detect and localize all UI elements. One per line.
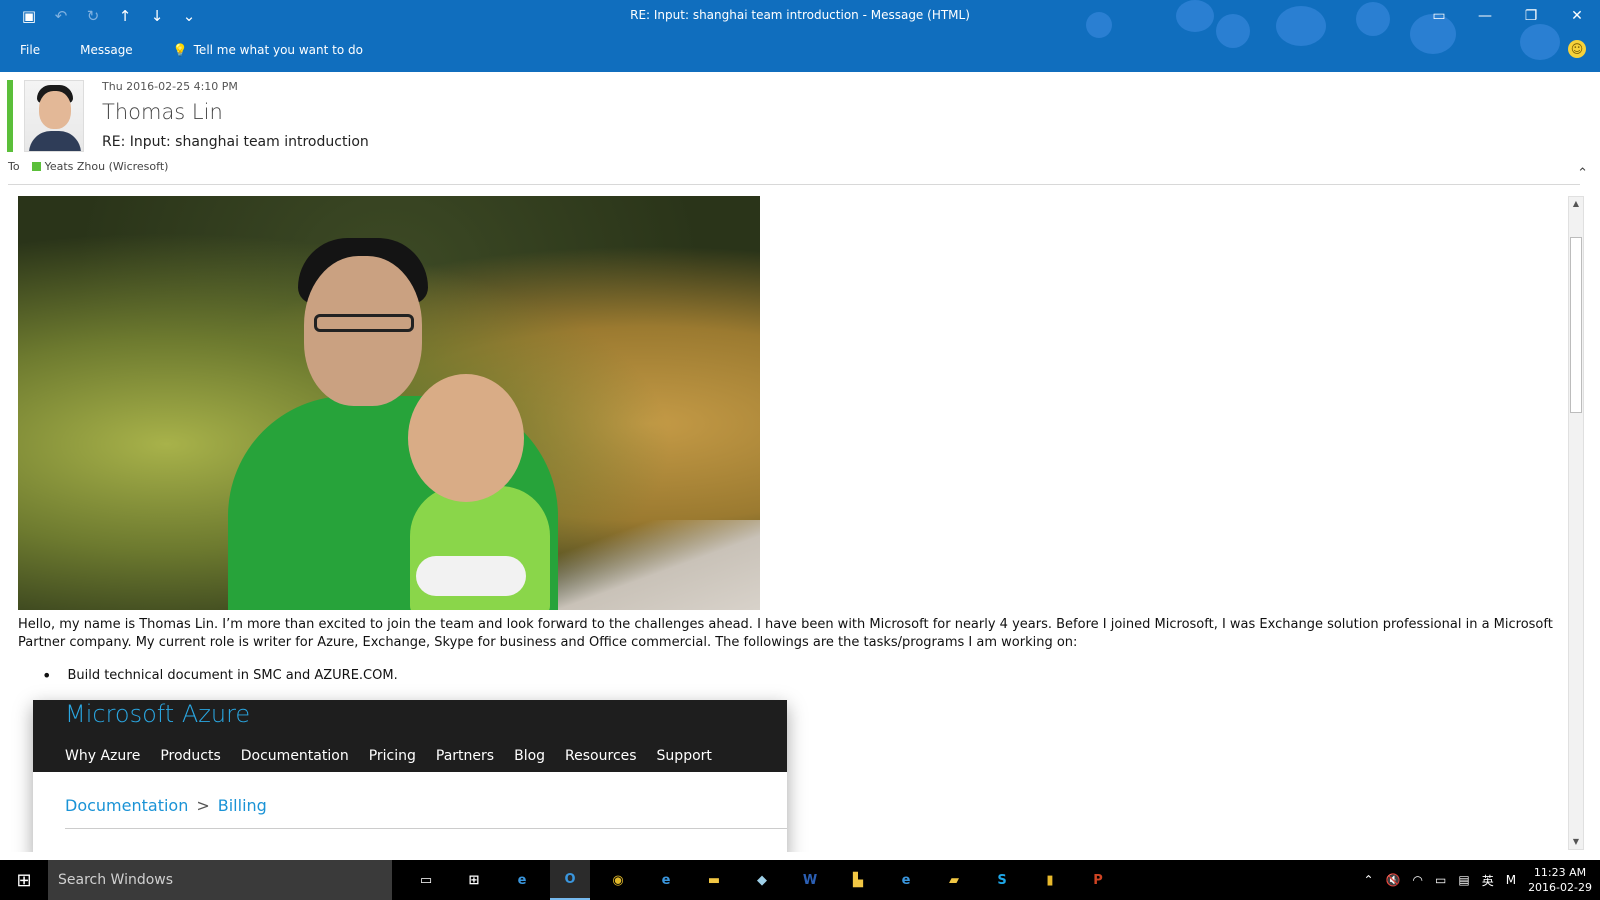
breadcrumb-documentation: Documentation [65, 796, 189, 815]
recipient-chip[interactable]: Yeats Zhou (Wicresoft) [31, 160, 169, 173]
embedded-photo [18, 196, 760, 610]
outlook-icon[interactable]: O [550, 860, 590, 900]
windows-start-icon[interactable]: ⊞ [0, 860, 48, 900]
azure-header: Microsoft Azure Why Azure Products Docum… [33, 700, 787, 772]
breadcrumb-billing: Billing [217, 796, 267, 815]
smiley-feedback-icon[interactable]: ☺ [1568, 40, 1586, 58]
scroll-up-icon[interactable]: ▲ [1569, 197, 1583, 211]
notifications-icon[interactable]: ▤ [1458, 873, 1469, 887]
show-hidden-icons-icon[interactable]: ⌃ [1364, 873, 1374, 887]
recipients-row: To Yeats Zhou (Wicresoft) [8, 160, 168, 173]
internet-explorer-icon[interactable]: e [886, 860, 926, 900]
message-header [0, 72, 1600, 186]
azure-breadcrumb: Documentation > Billing [65, 796, 267, 815]
skype-icon[interactable]: S [982, 860, 1022, 900]
tell-me-label: Tell me what you want to do [193, 43, 363, 57]
azure-screenshot: Microsoft Azure Why Azure Products Docum… [33, 700, 787, 852]
input-method-indicator[interactable]: 英 [1482, 872, 1494, 889]
scroll-down-icon[interactable]: ▼ [1569, 835, 1583, 849]
minimize-icon[interactable]: — [1462, 0, 1508, 32]
azure-nav-item: Pricing [368, 748, 416, 764]
photo-baby-face [408, 374, 524, 502]
vertical-scrollbar[interactable]: ▲ ▼ [1568, 196, 1584, 850]
azure-nav-item: Support [656, 748, 712, 764]
bullet-dot: • [42, 666, 52, 685]
internet-explorer-icon[interactable]: e [646, 860, 686, 900]
powerpoint-icon[interactable]: P [1078, 860, 1118, 900]
presence-square-icon [31, 162, 41, 171]
azure-nav-item: Documentation [240, 748, 349, 764]
header-divider [8, 184, 1580, 185]
azure-nav: Why Azure Products Documentation Pricing… [65, 748, 712, 764]
avatar-face [39, 91, 71, 129]
message-body[interactable]: Hello, my name is Thomas Lin. I’m more t… [0, 186, 1576, 852]
body-paragraph: Hello, my name is Thomas Lin. I’m more t… [18, 617, 1553, 650]
m-app-icon[interactable]: M [1506, 873, 1516, 887]
azure-nav-item: Blog [514, 748, 546, 764]
chrome-icon[interactable]: ◉ [598, 860, 638, 900]
azure-nav-item: Products [160, 748, 221, 764]
list-item: • Build technical document in SMC and AZ… [42, 668, 398, 684]
recipient-name: Yeats Zhou (Wicresoft) [44, 160, 169, 173]
restore-icon[interactable]: ❐ [1508, 0, 1554, 32]
sender-name[interactable]: Thomas Lin [102, 100, 223, 124]
clock[interactable]: 11:23 AM 2016-02-29 [1528, 865, 1592, 895]
task-view-icon[interactable]: ▭ [406, 860, 446, 900]
avatar-body [29, 131, 81, 151]
azure-nav-item: Resources [565, 748, 637, 764]
to-label: To [8, 160, 20, 173]
ribbon-tabs: File Message 💡 Tell me what you want to … [0, 38, 383, 62]
tab-message[interactable]: Message [60, 43, 153, 57]
message-subject: RE: Input: shanghai team introduction [102, 134, 369, 150]
word-icon[interactable]: W [790, 860, 830, 900]
volume-muted-icon[interactable]: 🔇 [1386, 873, 1401, 887]
avatar[interactable] [24, 80, 84, 152]
photo-glasses [314, 314, 414, 332]
tab-file[interactable]: File [0, 43, 60, 57]
clock-time: 11:23 AM [1533, 866, 1587, 879]
sent-date: Thu 2016-02-25 4:10 PM [102, 80, 238, 93]
scroll-thumb[interactable] [1570, 237, 1582, 413]
folder-icon[interactable]: ▰ [934, 860, 974, 900]
title-bar: ▣ ↶ ↻ ↑ ↓ ⌄ RE: Input: shanghai team int… [0, 0, 1600, 72]
close-icon[interactable]: ✕ [1554, 0, 1600, 32]
store-icon[interactable]: ⊞ [454, 860, 494, 900]
app-icon[interactable]: ◆ [742, 860, 782, 900]
breadcrumb-separator: > [196, 796, 210, 815]
wifi-icon[interactable]: ◠ [1413, 873, 1423, 887]
app-icon[interactable]: ▙ [838, 860, 878, 900]
file-explorer-icon[interactable]: ▬ [694, 860, 734, 900]
system-tray: ⌃ 🔇 ◠ ▭ ▤ 英 M 11:23 AM 2016-02-29 [1364, 860, 1593, 900]
azure-divider [65, 828, 787, 829]
app-icon[interactable]: ▮ [1030, 860, 1070, 900]
edge-icon[interactable]: e [502, 860, 542, 900]
photo-baby-sleeve [416, 556, 526, 596]
window-controls: ▭ — ❐ ✕ [1416, 0, 1600, 32]
taskbar-apps: ▭ ⊞ e O ◉ e ▬ ◆ W ▙ e ▰ S ▮ P [406, 860, 1118, 900]
azure-nav-item: Partners [435, 748, 495, 764]
collapse-header-icon[interactable]: ⌃ [1577, 166, 1588, 181]
lightbulb-icon: 💡 [172, 43, 188, 57]
ribbon-display-options-icon[interactable]: ▭ [1416, 0, 1462, 32]
taskbar: ⊞ Search Windows ▭ ⊞ e O ◉ e ▬ ◆ W ▙ e ▰… [0, 860, 1600, 900]
azure-nav-item: Why Azure [65, 748, 141, 764]
tell-me-box[interactable]: 💡 Tell me what you want to do [153, 43, 383, 57]
list-item-text: Build technical document in SMC and AZUR… [67, 668, 398, 683]
clock-date: 2016-02-29 [1528, 881, 1592, 894]
battery-icon[interactable]: ▭ [1435, 873, 1446, 887]
presence-indicator [7, 80, 13, 152]
search-input[interactable]: Search Windows [48, 860, 392, 900]
azure-logo: Microsoft Azure [65, 700, 251, 728]
window-title: RE: Input: shanghai team introduction - … [630, 8, 970, 22]
